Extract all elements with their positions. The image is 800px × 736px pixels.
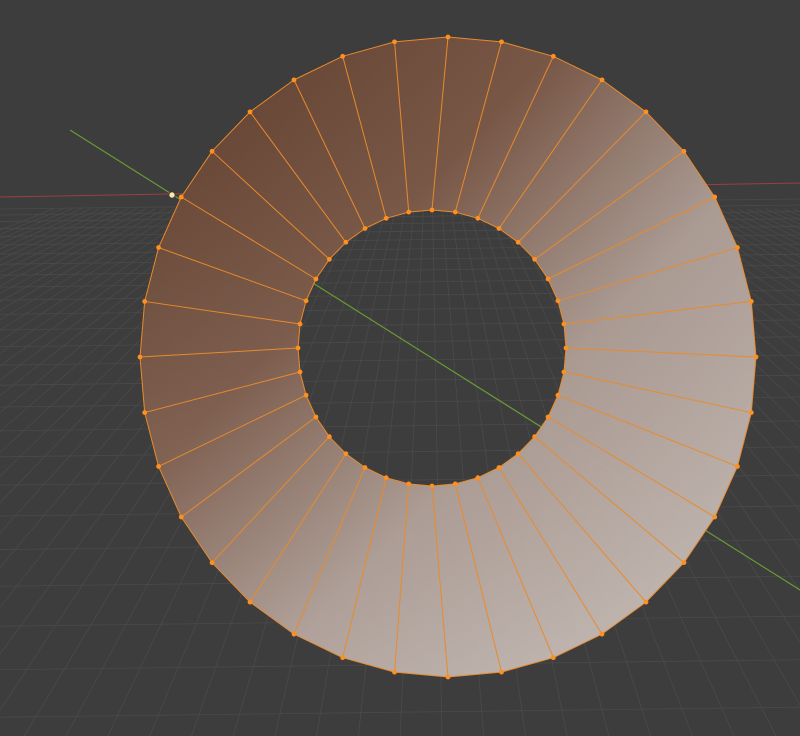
grid-line (0, 208, 119, 267)
grid-line (0, 208, 54, 231)
mesh-vertex[interactable] (383, 215, 389, 221)
mesh-vertex[interactable] (532, 434, 538, 440)
mesh-vertex[interactable] (515, 239, 521, 245)
mesh-vertex[interactable] (178, 514, 184, 520)
mesh-vertex[interactable] (295, 345, 301, 351)
mesh-vertex[interactable] (383, 475, 389, 481)
mesh-vertex[interactable] (178, 194, 184, 200)
mesh-vertex[interactable] (452, 481, 458, 487)
mesh-vertex[interactable] (362, 465, 368, 470)
grid-line (755, 208, 800, 230)
mesh-vertex[interactable] (209, 148, 215, 154)
mesh-vertex[interactable] (156, 245, 161, 250)
grid-line (0, 706, 800, 718)
mesh-vertex[interactable] (303, 298, 309, 304)
grid-line (0, 208, 91, 250)
mesh-vertex[interactable] (643, 109, 649, 115)
grid-line (0, 208, 138, 280)
mesh-vertex[interactable] (599, 631, 605, 637)
mesh-vertex[interactable] (735, 464, 740, 469)
mesh-vertex[interactable] (142, 410, 148, 415)
mesh-vertex[interactable] (326, 256, 332, 262)
mesh-vertex[interactable] (340, 53, 346, 59)
mesh-vertex[interactable] (247, 109, 253, 115)
mesh-vertex[interactable] (406, 481, 412, 487)
origin-dot-icon[interactable] (168, 191, 176, 199)
mesh-vertex[interactable] (392, 39, 397, 45)
mesh-vertex[interactable] (496, 465, 502, 470)
mesh-vertex[interactable] (156, 464, 161, 469)
mesh-vertex[interactable] (392, 669, 397, 675)
mesh-vertex[interactable] (313, 414, 319, 420)
mesh-vertex[interactable] (406, 209, 412, 215)
mesh-vertex[interactable] (712, 194, 718, 200)
3d-viewport[interactable] (0, 0, 800, 736)
mesh-vertex[interactable] (561, 369, 567, 375)
grid-line (0, 208, 165, 303)
mesh-vertex[interactable] (209, 560, 215, 566)
mesh-vertex[interactable] (515, 451, 521, 457)
mesh-vertex[interactable] (550, 53, 556, 59)
mesh-vertex[interactable] (599, 77, 605, 83)
mesh-vertex[interactable] (545, 276, 551, 282)
mesh-vertex[interactable] (247, 599, 253, 605)
mesh-vertex[interactable] (362, 226, 368, 231)
mesh-vertex[interactable] (712, 514, 718, 520)
grid-line (783, 208, 800, 217)
mesh-vertex[interactable] (297, 369, 303, 375)
mesh-vertex[interactable] (748, 299, 754, 304)
mesh-vertex[interactable] (445, 34, 451, 40)
mesh-vertex[interactable] (748, 410, 754, 415)
mesh-vertex[interactable] (496, 226, 502, 231)
mesh-vertex[interactable] (681, 560, 687, 566)
mesh-vertex[interactable] (343, 239, 349, 245)
mesh-vertex[interactable] (475, 475, 481, 481)
mesh-vertex[interactable] (532, 256, 538, 262)
grid-line (0, 208, 82, 245)
mesh-vertex[interactable] (499, 39, 504, 45)
grid-line (0, 208, 156, 295)
grid-line (0, 208, 101, 255)
mesh-vertex[interactable] (643, 599, 649, 605)
mesh-vertex[interactable] (137, 354, 143, 360)
grid-line (765, 208, 800, 225)
mesh-vertex[interactable] (291, 631, 297, 637)
mesh-vertex[interactable] (303, 392, 309, 398)
mesh-vertex[interactable] (561, 321, 567, 327)
mesh-vertex[interactable] (142, 299, 148, 304)
mesh-vertex[interactable] (343, 451, 349, 457)
mesh-vertex[interactable] (445, 674, 451, 680)
mesh-ring-shading (140, 37, 756, 677)
mesh-vertex[interactable] (452, 209, 458, 215)
mesh-vertex[interactable] (291, 77, 297, 83)
mesh-vertex[interactable] (326, 434, 332, 440)
mesh-vertex[interactable] (429, 483, 435, 489)
mesh-vertex[interactable] (545, 414, 551, 420)
mesh-vertex[interactable] (753, 354, 759, 360)
mesh-vertex[interactable] (555, 392, 561, 398)
mesh-vertex[interactable] (313, 276, 319, 282)
mesh-vertex[interactable] (550, 655, 556, 661)
mesh-vertex[interactable] (475, 215, 481, 221)
mesh-vertex[interactable] (340, 655, 346, 661)
mesh-vertex[interactable] (499, 669, 504, 675)
mesh-vertex[interactable] (735, 245, 740, 250)
mesh-vertex[interactable] (563, 345, 569, 351)
mesh-vertex[interactable] (555, 298, 561, 304)
mesh-vertex[interactable] (681, 148, 687, 154)
viewport-canvas[interactable] (0, 0, 800, 736)
grid-line (0, 208, 147, 287)
mesh-vertex[interactable] (429, 207, 435, 213)
mesh-vertex[interactable] (297, 321, 303, 327)
